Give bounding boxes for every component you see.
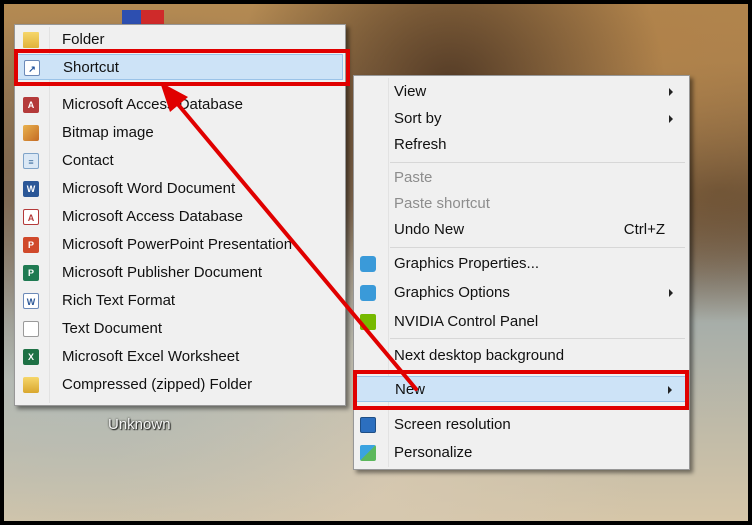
annotation-arrow — [160, 82, 418, 391]
screenshot-frame: Unknown Folder ↗ Shortcut A Microsoft Ac… — [0, 0, 752, 525]
